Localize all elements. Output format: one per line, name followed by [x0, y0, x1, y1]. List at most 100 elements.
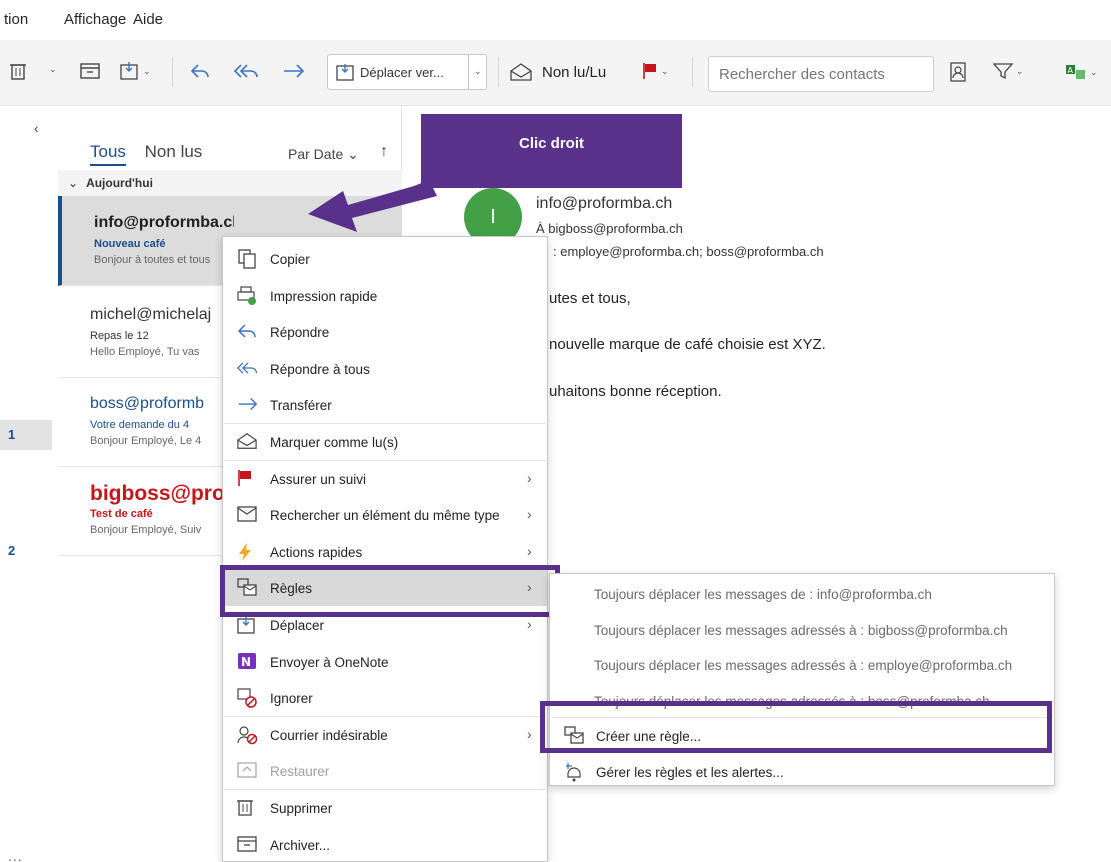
toolbar-separator: [692, 57, 693, 87]
reading-pane-body-line: nouvelle marque de café choisie est XYZ.: [549, 336, 826, 353]
context-menu-label: Restaurer: [270, 764, 330, 780]
submenu-item-move-rule[interactable]: Toujours déplacer les messages adressés …: [550, 612, 1054, 648]
message-sender: michel@michelaj: [90, 306, 212, 323]
move-to-button[interactable]: Déplacer ver... ⌄: [327, 54, 487, 90]
chevron-right-icon: ›: [527, 725, 532, 742]
context-menu-item-find-related[interactable]: Rechercher un élément du même type ›: [223, 497, 547, 533]
context-menu-item-envelope-open[interactable]: Marquer comme lu(s): [223, 424, 547, 460]
message-sender: bigboss@pro: [90, 482, 225, 505]
translate-button[interactable]: A ⌄: [1065, 62, 1098, 82]
sort-direction-icon[interactable]: ↑: [380, 143, 388, 161]
context-menu-item-ignore[interactable]: Ignorer: [223, 680, 547, 716]
context-menu-label: Répondre: [270, 325, 330, 341]
filter-button[interactable]: ⌄: [993, 62, 1024, 80]
move-icon: [237, 615, 259, 635]
message-sender: boss@proformb: [90, 395, 205, 412]
tab-all[interactable]: Tous: [90, 142, 126, 166]
menu-item-aide[interactable]: Aide: [133, 11, 163, 28]
annotation-highlight-create-rule: [540, 701, 1052, 753]
context-menu-item-reply-all[interactable]: Répondre à tous: [223, 351, 547, 387]
follow-up-button[interactable]: ⌄: [642, 62, 669, 80]
reading-pane-sender[interactable]: info@proformba.ch: [536, 195, 672, 213]
chevron-right-icon: ›: [527, 506, 532, 523]
chevron-right-icon: ›: [527, 542, 532, 559]
message-preview: Bonjour Employé, Le 4: [90, 435, 202, 447]
context-menu: Copier Impression rapide Répondre Répondre …: [222, 236, 548, 862]
delete-button[interactable]: [10, 62, 26, 80]
folder-unread-count[interactable]: 2: [0, 536, 52, 566]
move-to-folder-button[interactable]: ⌄: [120, 61, 151, 81]
find-related-icon: [237, 505, 259, 525]
context-menu-label: Déplacer: [270, 618, 325, 633]
forward-icon: [237, 395, 259, 415]
chevron-down-icon: ⌄: [143, 65, 151, 76]
context-menu-item-junk[interactable]: Courrier indésirable ›: [223, 717, 547, 753]
context-menu-label: Archiver...: [270, 837, 331, 853]
reply-all-button[interactable]: [234, 62, 260, 80]
chevron-down-icon: ⌄: [49, 64, 57, 74]
context-menu-item-flag[interactable]: Assurer un suivi ›: [223, 461, 547, 497]
submenu-item-move-rule[interactable]: Toujours déplacer les messages de : info…: [550, 576, 1054, 612]
context-menu-label: Impression rapide: [270, 288, 378, 304]
svg-text:N: N: [241, 655, 251, 669]
context-menu-item-copy[interactable]: Copier: [223, 241, 547, 277]
context-menu-item-archive[interactable]: Archiver...: [223, 827, 547, 862]
chevron-down-icon: ⌄: [1090, 66, 1098, 77]
submenu-label: Toujours déplacer les messages adressés …: [594, 658, 1013, 673]
chevron-down-icon[interactable]: ⌄: [474, 66, 482, 77]
submenu-item-manage-rules[interactable]: Gérer les règles et les alertes...: [550, 754, 1054, 790]
chevron-down-icon: ⌄: [68, 176, 79, 190]
more-apps-icon[interactable]: ...: [8, 848, 23, 862]
read-unread-button[interactable]: Non lu/Lu: [510, 63, 606, 81]
trash-icon: [237, 798, 259, 818]
context-menu-item-quick-print[interactable]: Impression rapide: [223, 278, 547, 314]
message-subject: Nouveau café: [94, 238, 166, 250]
ignore-icon: [237, 688, 259, 708]
search-contacts-input[interactable]: [708, 56, 934, 92]
copy-icon: [237, 249, 259, 269]
submenu-label: Toujours déplacer les messages adressés …: [594, 622, 1008, 638]
archive-button[interactable]: [80, 62, 100, 80]
context-menu-item-onenote[interactable]: N Envoyer à OneNote: [223, 644, 547, 680]
folder-move-icon: [120, 62, 138, 80]
restore-icon: [237, 761, 259, 781]
manage-rules-icon: [564, 762, 584, 787]
envelope-open-icon: [237, 432, 259, 452]
forward-button[interactable]: [282, 62, 306, 80]
toolbar-separator: [172, 57, 173, 87]
archive-icon: [237, 835, 259, 855]
message-sender: info@proformba.ch: [94, 214, 234, 231]
address-book-button[interactable]: [950, 62, 966, 82]
onenote-icon: N: [237, 652, 259, 672]
submenu-item-move-rule[interactable]: Toujours déplacer les messages adressés …: [550, 647, 1054, 683]
address-book-icon: [950, 62, 966, 82]
context-menu-item-reply[interactable]: Répondre: [223, 314, 547, 350]
collapse-pane-icon[interactable]: ‹: [34, 120, 39, 136]
junk-icon: [237, 725, 259, 745]
context-menu-item-restore: Restaurer: [223, 753, 547, 789]
sort-by-date-dropdown[interactable]: Par Date ⌄: [288, 146, 359, 163]
reading-pane-cc: : employe@proformba.ch; boss@proformba.c…: [553, 244, 824, 259]
group-header-today[interactable]: ⌄ Aujourd'hui: [58, 170, 402, 196]
context-menu-label: Répondre à tous: [270, 361, 370, 377]
context-menu-label: Assurer un suivi: [270, 471, 367, 487]
message-preview: Hello Employé, Tu vas: [90, 346, 200, 358]
delete-dropdown[interactable]: ⌄: [46, 64, 57, 75]
tab-unread[interactable]: Non lus: [145, 142, 203, 161]
context-menu-label: Envoyer à OneNote: [270, 654, 389, 670]
context-menu-label: Actions rapides: [270, 544, 363, 560]
context-menu-item-forward[interactable]: Transférer: [223, 387, 547, 423]
chevron-right-icon: ›: [527, 469, 532, 486]
menu-item-affichage[interactable]: Affichage: [64, 11, 126, 28]
reading-pane-body-line: uhaitons bonne réception.: [549, 383, 722, 400]
menu-bar: tion Affichage Aide: [0, 0, 1111, 38]
context-menu-label: Courrier indésirable: [270, 727, 388, 743]
reply-button[interactable]: [190, 62, 210, 80]
submenu-label: Toujours déplacer les messages de : info…: [594, 587, 932, 602]
menu-item-edition[interactable]: tion: [4, 11, 28, 28]
message-preview: Bonjour Employé, Suiv: [90, 524, 202, 536]
context-menu-item-trash[interactable]: Supprimer: [223, 790, 547, 826]
folder-unread-count[interactable]: 1: [0, 420, 52, 450]
move-to-label: Déplacer ver...: [360, 65, 444, 80]
forward-icon: [284, 64, 305, 78]
